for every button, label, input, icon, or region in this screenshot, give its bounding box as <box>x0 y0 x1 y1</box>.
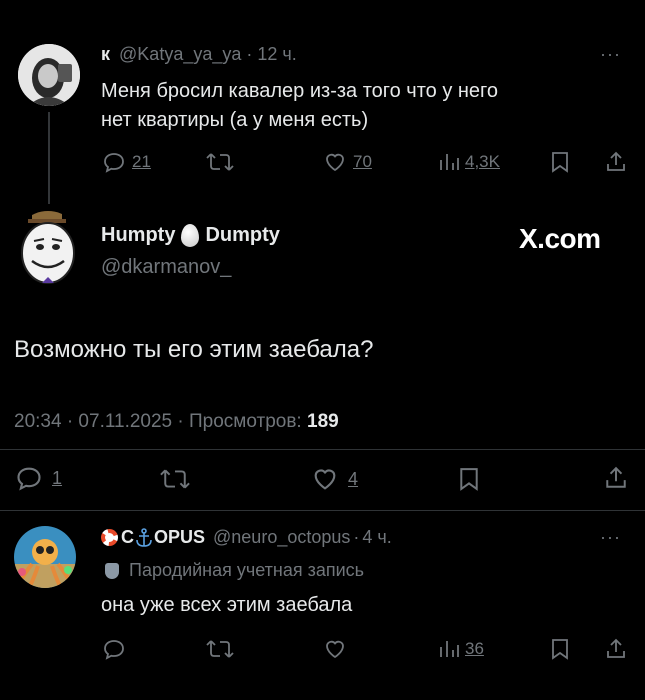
divider <box>0 510 645 511</box>
reply-count: 1 <box>52 467 63 488</box>
name-part: Dumpty <box>205 224 280 246</box>
display-name[interactable]: Humpty Dumpty <box>101 224 280 247</box>
analytics-icon <box>440 641 459 657</box>
tweet-text: она уже всех этим заебала <box>101 594 353 616</box>
retweet-icon <box>206 640 234 658</box>
handle[interactable]: @neuro_octopus <box>213 527 350 548</box>
reply-icon <box>104 640 124 660</box>
bookmark-button[interactable] <box>550 637 570 661</box>
heart-icon <box>314 469 336 490</box>
retweet-button[interactable] <box>205 637 235 661</box>
more-options-icon[interactable]: ··· <box>600 44 621 65</box>
like-button[interactable]: 70 <box>322 150 372 174</box>
name-part: Humpty <box>101 224 176 246</box>
like-count: 4 <box>348 468 359 489</box>
share-button[interactable] <box>605 150 627 174</box>
retweet-icon <box>206 153 234 171</box>
reply-icon <box>104 153 124 173</box>
handle[interactable]: @dkarmanov_ <box>101 256 231 279</box>
view-count: 4,3K <box>465 152 500 171</box>
display-name[interactable]: к <box>101 44 110 64</box>
tweet-header: к @Katya_ya_ya · 12 ч. <box>101 44 297 65</box>
share-button[interactable] <box>604 464 628 492</box>
bookmark-icon <box>552 152 568 173</box>
timestamp[interactable]: 12 ч. <box>257 44 296 64</box>
timestamp[interactable]: 20:34 · 07.11.2025 · Просмотров: <box>14 411 307 432</box>
reply-button[interactable] <box>101 637 127 661</box>
bookmark-icon <box>552 639 568 660</box>
bookmark-icon <box>460 468 478 491</box>
avatar[interactable] <box>18 44 80 106</box>
heart-icon <box>326 640 344 659</box>
bookmark-button[interactable] <box>550 150 570 174</box>
name-part: OPUS <box>154 527 206 547</box>
avatar[interactable] <box>14 526 76 588</box>
tweet-header: С OPUS @neuro_octopus · 4 ч. <box>101 527 392 548</box>
timestamp[interactable]: 4 ч. <box>362 527 391 548</box>
reply-count: 21 <box>132 152 151 171</box>
retweet-button[interactable] <box>205 150 235 174</box>
anchor-icon <box>136 527 152 547</box>
heart-icon <box>326 153 344 172</box>
avatar[interactable] <box>14 211 82 289</box>
like-count: 70 <box>353 152 372 171</box>
like-button[interactable] <box>322 637 348 661</box>
display-name[interactable]: С OPUS <box>121 527 205 548</box>
lifebuoy-icon <box>101 529 118 546</box>
share-button[interactable] <box>605 637 627 661</box>
views-button[interactable]: 4,3K <box>438 150 500 174</box>
reply-button[interactable]: 21 <box>101 150 151 174</box>
thread-line <box>48 112 50 204</box>
analytics-icon <box>440 154 459 170</box>
views-button[interactable]: 36 <box>438 637 484 661</box>
reply-button[interactable]: 1 <box>14 464 62 492</box>
tweet-text: Возможно ты его этим заебала? <box>14 336 374 363</box>
watermark-x-com: X.com <box>519 223 601 254</box>
more-options-icon[interactable]: ··· <box>600 527 621 548</box>
divider <box>0 449 645 450</box>
separator-dot: · <box>246 44 253 64</box>
tweet-text-line: нет квартиры (а у меня есть) <box>101 109 369 131</box>
share-icon <box>607 638 625 658</box>
like-button[interactable]: 4 <box>310 465 358 493</box>
handle[interactable]: @Katya_ya_ya <box>119 44 241 64</box>
share-icon <box>606 466 626 488</box>
retweet-icon <box>160 469 190 489</box>
reply-icon <box>17 467 41 491</box>
share-icon <box>607 151 625 171</box>
view-count: 36 <box>465 639 484 658</box>
separator-dot: · <box>353 527 360 547</box>
name-part: С <box>121 527 134 547</box>
retweet-button[interactable] <box>158 466 192 492</box>
bookmark-button[interactable] <box>458 465 480 493</box>
parody-label-text: Пародийная учетная запись <box>129 560 365 580</box>
tweet-meta: 20:34 · 07.11.2025 · Просмотров: 189 <box>14 411 339 433</box>
egg-icon <box>181 224 200 247</box>
view-count: 189 <box>307 411 339 432</box>
theater-masks-icon <box>105 562 119 579</box>
tweet-text-line: Меня бросил кавалер из-за того что у нег… <box>101 80 499 102</box>
tweet-text: Меня бросил кавалер из-за того что у нег… <box>101 77 498 135</box>
parody-label: Пародийная учетная запись <box>101 560 364 581</box>
